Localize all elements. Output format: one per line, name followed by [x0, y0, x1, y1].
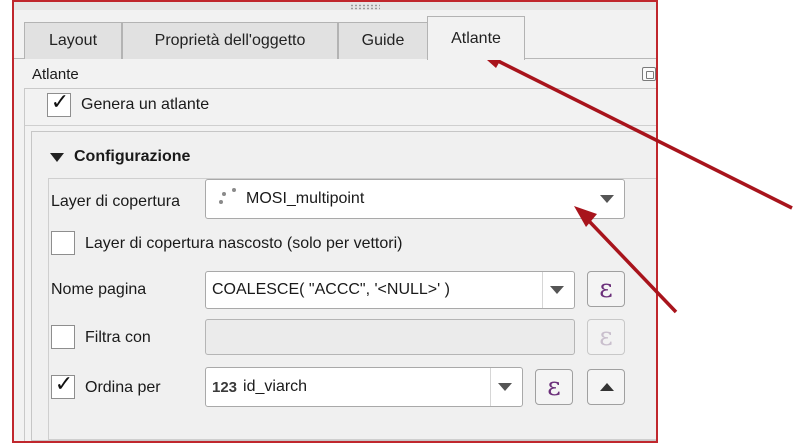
tab-item-properties[interactable]: Proprietà dell'oggetto — [122, 22, 338, 59]
tab-layout[interactable]: Layout — [24, 22, 122, 59]
top-strip — [14, 2, 656, 10]
chevron-down-icon — [498, 383, 512, 391]
configuration-fields: Layer di copertura MOSI_multipoint Layer… — [48, 178, 656, 440]
configuration-header[interactable]: Configurazione — [50, 148, 190, 166]
hidden-coverage-label: Layer di copertura nascosto (solo per ve… — [85, 235, 403, 252]
panel-header: Atlante — [22, 64, 656, 86]
combo-separator — [542, 272, 543, 308]
coverage-layer-value: MOSI_multipoint — [246, 190, 365, 207]
generate-atlas-checkbox[interactable]: ✓ — [47, 90, 71, 117]
page-name-expression-button[interactable]: ε — [587, 271, 625, 307]
drag-grip-icon[interactable] — [350, 4, 380, 10]
sort-field-value: 123 id_viarch — [212, 368, 307, 406]
configuration-group: Configurazione Layer di copertura MOSI_m… — [31, 131, 656, 441]
filter-checkbox[interactable] — [51, 325, 75, 349]
sort-ascending-button[interactable] — [587, 369, 625, 405]
atlas-content: ✓ Genera un atlante Configurazione Layer… — [24, 88, 656, 441]
expression-icon: ε — [599, 274, 613, 304]
arrow-up-icon — [600, 383, 614, 391]
filter-expression-button[interactable]: ε — [587, 319, 625, 355]
divider — [25, 125, 656, 126]
filter-label: Filtra con — [85, 329, 151, 346]
chevron-down-icon — [550, 286, 564, 294]
chevron-down-icon — [600, 195, 614, 203]
combo-separator — [490, 368, 491, 406]
configuration-title: Configurazione — [74, 148, 191, 165]
filter-expression-input[interactable] — [205, 319, 575, 355]
hidden-coverage-checkbox[interactable] — [51, 231, 75, 255]
generate-atlas-label: Genera un atlante — [81, 96, 210, 113]
page-name-combo[interactable]: COALESCE( "ACCC", '<NULL>' ) — [205, 271, 575, 309]
atlas-panel-frame: Layout Proprietà dell'oggetto Guide Atla… — [12, 0, 658, 443]
checkmark-icon: ✓ — [50, 90, 70, 115]
expression-icon: ε — [547, 372, 561, 402]
tab-atlas[interactable]: Atlante — [427, 16, 525, 60]
page-name-label: Nome pagina — [51, 281, 147, 298]
sort-field-combo[interactable]: 123 id_viarch — [205, 367, 523, 407]
tab-bar: Layout Proprietà dell'oggetto Guide Atla… — [14, 16, 656, 60]
sort-expression-button[interactable]: ε — [535, 369, 573, 405]
tab-guides[interactable]: Guide — [338, 22, 428, 59]
sort-checkbox[interactable]: ✓ — [51, 372, 75, 399]
coverage-layer-label: Layer di copertura — [51, 193, 180, 210]
checkmark-icon: ✓ — [54, 372, 74, 397]
expression-icon: ε — [599, 322, 613, 352]
sort-label: Ordina per — [85, 379, 161, 396]
collapse-triangle-icon — [50, 152, 64, 162]
sort-field-name: id_viarch — [243, 378, 308, 395]
page-name-value: COALESCE( "ACCC", '<NULL>' ) — [212, 281, 450, 298]
panel-title: Atlante — [32, 66, 79, 83]
multipoint-layer-icon — [218, 188, 236, 208]
undock-icon[interactable] — [642, 67, 656, 81]
numeric-field-icon: 123 — [212, 378, 238, 396]
coverage-layer-combo[interactable]: MOSI_multipoint — [205, 179, 625, 219]
